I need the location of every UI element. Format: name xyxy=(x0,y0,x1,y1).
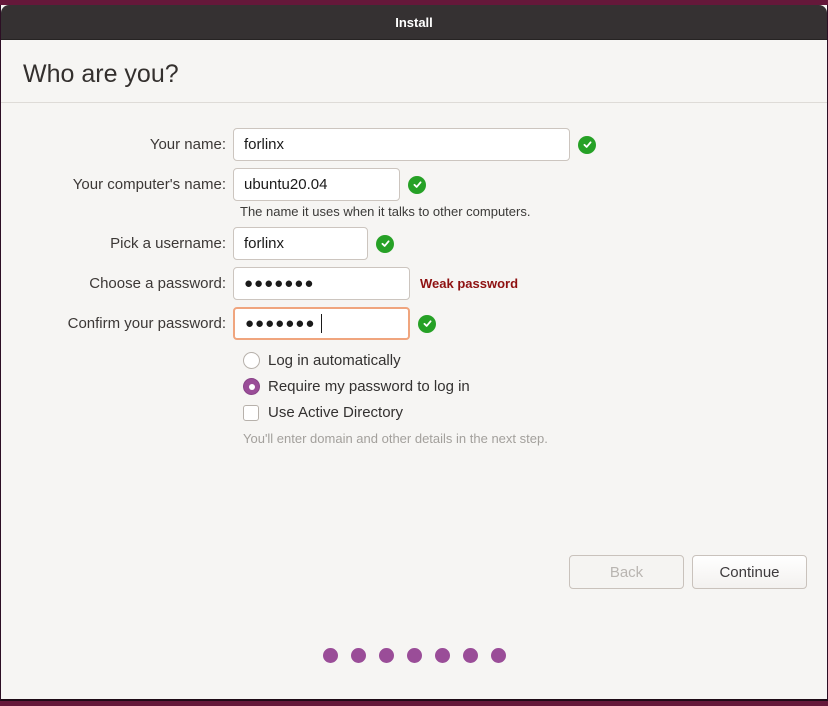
auto-login-option[interactable]: Log in automatically xyxy=(243,352,827,369)
progress-dot xyxy=(379,648,394,663)
require-password-option[interactable]: Require my password to log in xyxy=(243,378,827,395)
password-strength-label: Weak password xyxy=(420,276,518,291)
name-valid-check-icon xyxy=(578,136,596,154)
wizard-progress-dots xyxy=(1,648,827,663)
progress-dot xyxy=(463,648,478,663)
auto-login-radio[interactable] xyxy=(243,352,260,369)
computer-name-row: Your computer's name: xyxy=(1,168,827,201)
active-directory-note-row: You'll enter domain and other details in… xyxy=(243,430,827,448)
progress-dot xyxy=(323,648,338,663)
titlebar[interactable]: Install xyxy=(1,5,827,40)
computer-name-note: The name it uses when it talks to other … xyxy=(240,204,530,219)
page-title: Who are you? xyxy=(23,60,179,89)
progress-dot xyxy=(491,648,506,663)
text-cursor xyxy=(321,314,322,333)
continue-button[interactable]: Continue xyxy=(692,555,807,589)
active-directory-checkbox[interactable] xyxy=(243,405,259,421)
who-are-you-form: Your name: Your computer's name: The nam… xyxy=(1,103,827,448)
auto-login-label: Log in automatically xyxy=(268,352,401,369)
username-row: Pick a username: xyxy=(1,227,827,260)
password-label: Choose a password: xyxy=(1,275,233,292)
computer-name-valid-check-icon xyxy=(408,176,426,194)
username-label: Pick a username: xyxy=(1,235,233,252)
page-header: Who are you? xyxy=(1,40,827,103)
computer-name-input[interactable] xyxy=(233,168,400,201)
content: Your name: Your computer's name: The nam… xyxy=(1,103,827,699)
window-title: Install xyxy=(395,15,433,30)
password-input[interactable] xyxy=(233,267,410,300)
progress-dot xyxy=(407,648,422,663)
back-button[interactable]: Back xyxy=(569,555,684,589)
require-password-label: Require my password to log in xyxy=(268,378,470,395)
active-directory-option[interactable]: Use Active Directory xyxy=(243,404,827,421)
confirm-password-label: Confirm your password: xyxy=(1,315,233,332)
wizard-actions: Back Continue xyxy=(569,555,807,589)
active-directory-label: Use Active Directory xyxy=(268,404,403,421)
installer-window: Install Who are you? Your name: Your com… xyxy=(0,5,828,701)
progress-dot xyxy=(351,648,366,663)
password-row: Choose a password: Weak password xyxy=(1,267,827,300)
name-input[interactable] xyxy=(233,128,570,161)
computer-name-label: Your computer's name: xyxy=(1,176,233,193)
active-directory-note: You'll enter domain and other details in… xyxy=(243,431,548,446)
confirm-password-field-wrapper xyxy=(233,307,410,340)
name-row: Your name: xyxy=(1,128,827,161)
username-input[interactable] xyxy=(233,227,368,260)
confirm-password-row: Confirm your password: xyxy=(1,307,827,340)
name-label: Your name: xyxy=(1,136,233,153)
confirm-password-valid-check-icon xyxy=(418,315,436,333)
username-valid-check-icon xyxy=(376,235,394,253)
progress-dot xyxy=(435,648,450,663)
login-options: Log in automatically Require my password… xyxy=(243,352,827,448)
computer-name-note-row: The name it uses when it talks to other … xyxy=(1,204,827,219)
require-password-radio[interactable] xyxy=(243,378,260,395)
